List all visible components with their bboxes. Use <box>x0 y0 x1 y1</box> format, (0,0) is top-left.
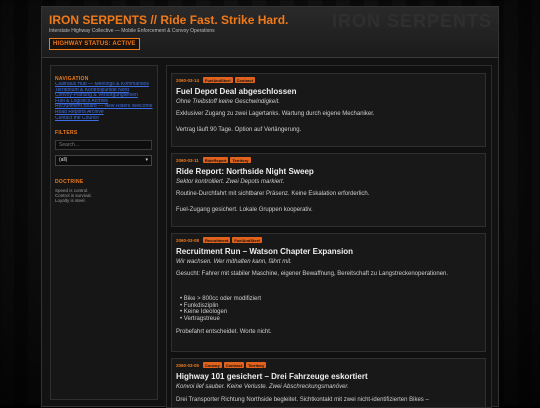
post-paragraph: Probefahrt entscheidet. Worte nicht. <box>176 329 272 335</box>
post-subtitle: Wir wachsen. Wer mithalten kann, fährt m… <box>176 259 292 265</box>
post-title[interactable]: Recruitment Run – Watson Chapter Expansi… <box>176 247 353 256</box>
header-watermark: IRON SERPENTS <box>331 11 492 31</box>
post-paragraph: Gesucht: Fahrer mit stabiler Maschine, e… <box>176 271 449 277</box>
post-tag[interactable]: FuelAndSteel <box>203 77 233 83</box>
post-card: 2060-03-05 Convoy Contract Territory Hig… <box>171 358 486 407</box>
post-subtitle: Sektor kontrolliert. Zwei Depots markier… <box>176 179 285 185</box>
post-date: 2060-03-11 <box>176 157 199 163</box>
sidebar: NAVIGATION Clubhaus Hub — Meetings & Kom… <box>50 65 158 400</box>
post-tag[interactable]: RideReport <box>202 157 229 163</box>
bullet-item: Bike > 800cc oder modifiziert <box>180 296 261 303</box>
page-frame: IRON SERPENTS IRON SERPENTS // Ride Fast… <box>41 6 499 408</box>
post-paragraph: Exklusiver Zugang zu zwei Lagertanks. Wa… <box>176 111 375 117</box>
filters-heading: FILTERS <box>55 130 78 136</box>
post-paragraph: Fuel-Zugang gesichert. Lokale Gruppen ko… <box>176 207 313 213</box>
filter-select-value: (all) <box>59 157 68 163</box>
post-date: 2060-03-05 <box>176 362 200 368</box>
post-bullet-list: Bike > 800cc oder modifiziert Funkdiszip… <box>180 296 261 322</box>
post-tag[interactable]: Contract <box>223 362 245 368</box>
post-tag[interactable]: Recruitment <box>203 237 231 243</box>
post-meta: 2060-03-14 FuelAndSteel Contract <box>176 77 256 83</box>
post-subtitle: Ohne Treibstoff keine Geschwindigkeit. <box>176 99 280 105</box>
post-card: 2060-03-08 Recruitment FuelAndSteel Recr… <box>171 233 486 352</box>
search-input[interactable]: Search... <box>55 140 152 150</box>
post-paragraph: Routine-Durchfahrt mit sichtbarer Präsen… <box>176 191 370 197</box>
post-paragraph: Drei Transporter Richtung Northside begl… <box>176 397 429 403</box>
post-tag[interactable]: Convoy <box>203 362 222 368</box>
post-card: 2060-03-11 RideReport Territory Ride Rep… <box>171 153 486 227</box>
post-title[interactable]: Ride Report: Northside Night Sweep <box>176 167 314 176</box>
post-meta: 2060-03-05 Convoy Contract Territory <box>176 362 267 368</box>
doctrine-heading: DOCTRINE <box>55 179 84 185</box>
post-title[interactable]: Fuel Depot Deal abgeschlossen <box>176 87 296 96</box>
post-paragraph: Vertrag läuft 90 Tage. Option auf Verlän… <box>176 127 302 133</box>
site-header: IRON SERPENTS IRON SERPENTS // Ride Fast… <box>42 7 498 58</box>
post-tag[interactable]: Territory <box>246 362 267 368</box>
post-title[interactable]: Highway 101 gesichert – Drei Fahrzeuge e… <box>176 372 368 381</box>
post-tag[interactable]: Contract <box>234 77 256 83</box>
doctrine-text: Speed is control. Control is survival. L… <box>55 188 92 204</box>
post-date: 2060-03-08 <box>176 237 200 243</box>
post-subtitle: Konvoi lief sauber. Keine Verluste. Zwei… <box>176 384 349 390</box>
bullet-item: Vertragstreue <box>180 316 261 323</box>
post-card: 2060-03-14 FuelAndSteel Contract Fuel De… <box>171 73 486 147</box>
highway-status-badge: HIGHWAY STATUS: ACTIVE <box>49 38 140 50</box>
post-meta: 2060-03-08 Recruitment FuelAndSteel <box>176 237 262 243</box>
site-subtitle: Interstate Highway Collective — Mobile E… <box>49 28 215 34</box>
post-meta: 2060-03-11 RideReport Territory <box>176 157 251 163</box>
site-title: IRON SERPENTS // Ride Fast. Strike Hard. <box>49 13 289 27</box>
chevron-down-icon: ▾ <box>145 157 148 163</box>
nav-list: Clubhaus Hub — Meetings & Kommandos Terr… <box>55 82 155 121</box>
post-date: 2060-03-14 <box>176 77 200 83</box>
post-tag[interactable]: FuelAndSteel <box>232 237 262 243</box>
post-tag[interactable]: Territory <box>230 157 251 163</box>
post-feed: 2060-03-14 FuelAndSteel Contract Fuel De… <box>166 65 492 408</box>
filter-select[interactable]: (all) ▾ <box>55 155 152 166</box>
doctrine-line: Loyalty is steel. <box>55 198 86 204</box>
nav-link[interactable]: Contact the Council <box>55 116 155 122</box>
